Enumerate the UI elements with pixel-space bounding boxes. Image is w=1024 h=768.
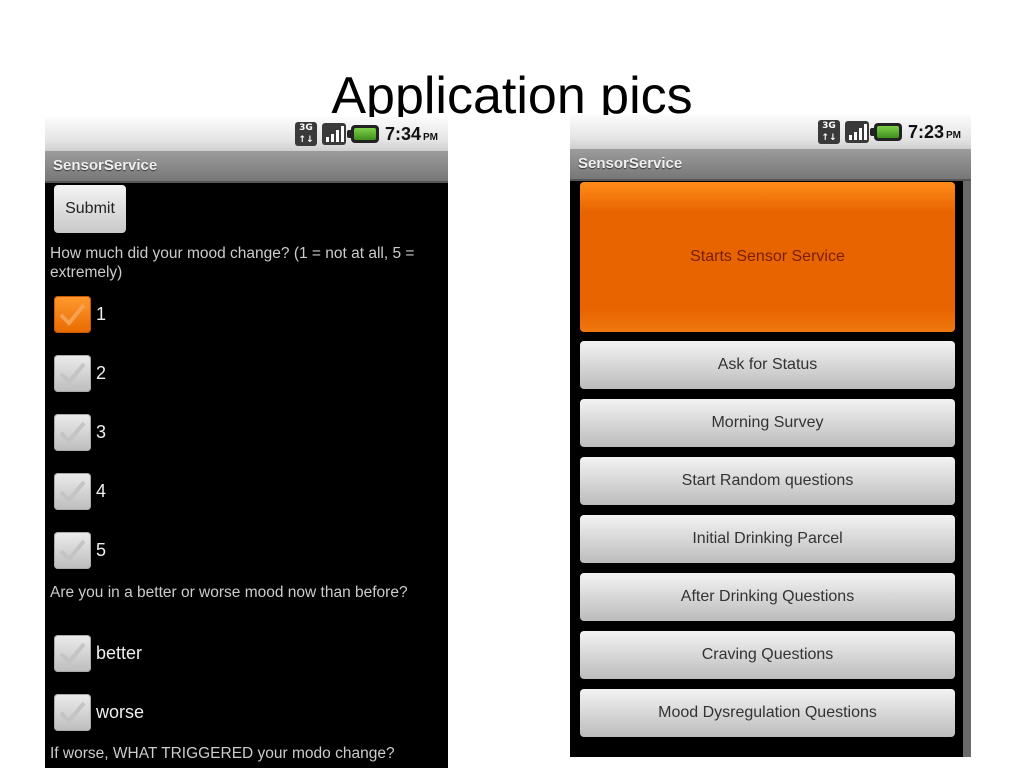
- app-title-bar: SensorService: [45, 151, 448, 183]
- checkbox-label: 5: [96, 539, 107, 560]
- clock-time: 7:34: [384, 123, 421, 144]
- scrollbar[interactable]: [963, 181, 971, 757]
- 3g-icon: 3G ↑↓: [294, 122, 317, 146]
- clock-ampm: PM: [946, 129, 961, 141]
- checkbox-option-2[interactable]: 2: [54, 353, 106, 393]
- checkmark-icon: [59, 701, 86, 724]
- checkbox[interactable]: [54, 634, 91, 672]
- checkbox[interactable]: [54, 693, 91, 731]
- network-label: 3G: [299, 123, 313, 133]
- checkmark-icon: [59, 362, 86, 385]
- checkbox[interactable]: [54, 531, 91, 569]
- checkbox[interactable]: [54, 295, 91, 333]
- checkbox[interactable]: [54, 413, 91, 451]
- checkbox-option-1[interactable]: 1: [54, 294, 106, 334]
- ask-for-status-button[interactable]: Ask for Status: [580, 341, 955, 389]
- checkbox-label: 2: [96, 362, 107, 383]
- signal-bars-icon: [844, 121, 869, 143]
- checkbox-option-better[interactable]: better: [54, 633, 142, 673]
- checkmark-icon: [59, 539, 86, 562]
- clock-time: 7:23: [907, 121, 944, 142]
- checkbox-option-5[interactable]: 5: [54, 530, 106, 570]
- checkbox-option-worse[interactable]: worse: [54, 692, 144, 732]
- phone-screenshot-survey: 3G ↑↓ 7:34 PM SensorService Submit How muc…: [45, 117, 448, 768]
- mood-dysregulation-questions-button[interactable]: Mood Dysregulation Questions: [580, 689, 955, 737]
- checkbox-option-4[interactable]: 4: [54, 471, 106, 511]
- status-bar: 3G ↑↓ 7:23 PM: [570, 115, 971, 149]
- app-title-bar: SensorService: [570, 149, 971, 181]
- 3g-icon: 3G ↑↓: [817, 120, 840, 144]
- checkmark-icon: [59, 303, 86, 326]
- checkbox-option-3[interactable]: 3: [54, 412, 106, 452]
- status-bar: 3G ↑↓ 7:34 PM: [45, 117, 448, 151]
- network-label: 3G: [822, 121, 836, 131]
- checkbox-label: 1: [96, 303, 107, 324]
- craving-questions-button[interactable]: Craving Questions: [580, 631, 955, 679]
- start-sensor-service-button[interactable]: Starts Sensor Service: [580, 182, 955, 332]
- initial-drinking-parcel-button[interactable]: Initial Drinking Parcel: [580, 515, 955, 563]
- clock: 7:23 PM: [908, 122, 961, 143]
- battery-charging-icon: [346, 125, 379, 143]
- checkmark-icon: [59, 480, 86, 503]
- after-drinking-questions-button[interactable]: After Drinking Questions: [580, 573, 955, 621]
- checkbox-label: 3: [96, 421, 107, 442]
- start-random-questions-button[interactable]: Start Random questions: [580, 457, 955, 505]
- morning-survey-button[interactable]: Morning Survey: [580, 399, 955, 447]
- checkmark-icon: [59, 642, 86, 665]
- checkbox-label: worse: [96, 701, 145, 722]
- question-mood-change: How much did your mood change? (1 = not …: [50, 245, 415, 281]
- question-trigger: If worse, WHAT TRIGGERED your modo chang…: [50, 745, 395, 762]
- question-better-worse: Are you in a better or worse mood now th…: [50, 584, 408, 601]
- clock: 7:34 PM: [385, 124, 438, 145]
- checkbox-label: 4: [96, 480, 107, 501]
- clock-ampm: PM: [423, 131, 438, 143]
- signal-bars-icon: [321, 123, 346, 145]
- checkbox[interactable]: [54, 472, 91, 510]
- checkbox-label: better: [96, 642, 143, 663]
- checkbox[interactable]: [54, 354, 91, 392]
- phone-screenshot-menu: 3G ↑↓ 7:23 PM SensorService Starts Sensor …: [570, 115, 971, 757]
- submit-button[interactable]: Submit: [54, 185, 126, 233]
- checkmark-icon: [59, 421, 86, 444]
- battery-charging-icon: [869, 123, 902, 141]
